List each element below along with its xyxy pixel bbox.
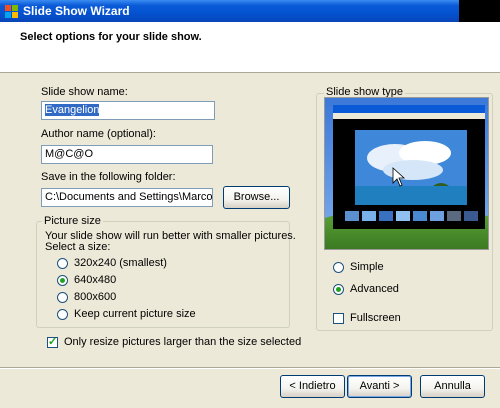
cancel-button[interactable]: Annulla [420, 375, 485, 398]
wizard-subtitle: Select options for your slide show. [20, 31, 202, 43]
next-button[interactable]: Avanti > [347, 375, 412, 398]
wizard-header: Select options for your slide show. [0, 22, 500, 73]
radio-button[interactable] [57, 292, 68, 303]
picture-size-instruction: Select a size: [45, 241, 111, 253]
size-option-label: 640x480 [74, 274, 117, 286]
author-name-label: Author name (optional): [41, 128, 156, 140]
radio-button-selected[interactable] [333, 284, 344, 295]
size-option-label: 320x240 (smallest) [74, 257, 167, 269]
slide-show-preview-image [324, 97, 489, 250]
save-folder-value: C:\Documents and Settings\Marco\De [45, 191, 213, 203]
back-button[interactable]: < Indietro [280, 375, 345, 398]
footer-divider [0, 367, 500, 369]
slide-show-name-input[interactable]: Evangelion [41, 101, 215, 120]
size-option-label: Keep current picture size [74, 308, 196, 320]
title-bar-controls-area [459, 0, 500, 22]
size-option-label: 800x600 [74, 291, 117, 303]
preview-desktop-picture [325, 98, 488, 249]
picture-size-legend: Picture size [42, 215, 103, 227]
browse-button[interactable]: Browse... [223, 186, 290, 209]
author-name-value: M@C@O [45, 148, 93, 160]
save-folder-input[interactable]: C:\Documents and Settings\Marco\De [41, 188, 213, 207]
radio-button[interactable] [57, 258, 68, 269]
radio-button[interactable] [333, 262, 344, 273]
fullscreen-label: Fullscreen [350, 312, 401, 324]
type-option-label: Advanced [350, 283, 399, 295]
title-bar[interactable]: Slide Show Wizard [0, 0, 500, 22]
type-option-label: Simple [350, 261, 384, 273]
checkbox[interactable] [333, 313, 344, 324]
checkbox[interactable] [47, 335, 58, 348]
app-icon [5, 5, 18, 18]
radio-button[interactable] [57, 309, 68, 320]
slide-show-name-value: Evangelion [45, 104, 100, 116]
window-title: Slide Show Wizard [23, 4, 130, 18]
save-folder-label: Save in the following folder: [41, 171, 176, 183]
slide-show-name-label: Slide show name: [41, 86, 128, 98]
resize-checkbox-label: Only resize pictures larger than the siz… [64, 336, 302, 348]
radio-button-selected[interactable] [57, 275, 68, 286]
author-name-input[interactable]: M@C@O [41, 145, 213, 164]
